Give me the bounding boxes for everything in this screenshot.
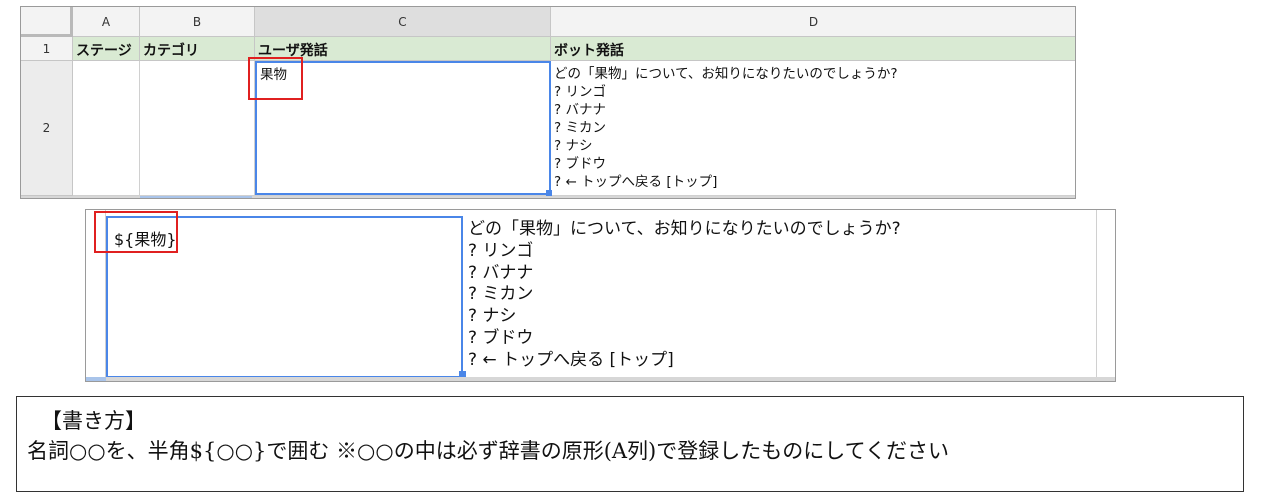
column-header-d[interactable]: D	[551, 7, 1075, 37]
cell-a1[interactable]: ステージ	[73, 37, 140, 61]
highlight-box	[94, 211, 178, 253]
instruction-note: 【書き方】 名詞○○を、半角${○○}で囲む ※○○の中は必ず辞書の原形(A列)…	[16, 396, 1244, 492]
highlight-box	[248, 57, 303, 100]
bottom-scroll-strip	[86, 377, 1115, 381]
bot-line: ? ナシ	[554, 138, 593, 154]
bottom-scroll-strip	[21, 196, 1075, 198]
row-header-1[interactable]: 1	[21, 37, 73, 61]
scroll-highlight	[86, 377, 106, 381]
bot-line: どの「果物」について、お知りになりたいのでしょうか?	[468, 219, 901, 239]
bot-line: ? ナシ	[468, 306, 517, 327]
bot-line: ? リンゴ	[468, 240, 534, 261]
column-header-c[interactable]: C	[255, 7, 551, 37]
cell-a2[interactable]	[73, 61, 140, 196]
row-header-2[interactable]: 2	[21, 61, 73, 196]
cell-d2-bot[interactable]: どの「果物」について、お知りになりたいのでしょうか? ? リンゴ ? バナナ ?…	[464, 216, 1096, 378]
cell-b2[interactable]	[140, 61, 255, 196]
bot-line: ? バナナ	[554, 102, 606, 118]
bot-line: ? ブドウ	[468, 327, 534, 348]
spreadsheet-before: A B C D 1 2 ステージ カテゴリ ユーザ発話 ボット発話 果物 どの「…	[20, 6, 1076, 199]
bot-line: ? ← トップへ戻る [トップ]	[468, 349, 674, 370]
bot-line: ? ブドウ	[554, 156, 606, 172]
bot-line: ? バナナ	[468, 262, 534, 283]
scroll-highlight	[140, 196, 252, 198]
right-column-edge	[1096, 210, 1115, 381]
bot-line: どの「果物」について、お知りになりたいのでしょうか?	[554, 66, 898, 82]
column-header-b[interactable]: B	[140, 7, 255, 37]
bot-line: ? ミカン	[468, 284, 534, 305]
cell-d1[interactable]: ボット発話	[551, 37, 1075, 61]
note-body: 名詞○○を、半角${○○}で囲む ※○○の中は必ず辞書の原形(A列)で登録したも…	[27, 439, 949, 463]
column-header-a[interactable]: A	[73, 7, 140, 37]
select-all-corner[interactable]	[21, 7, 73, 37]
cell-d2[interactable]: どの「果物」について、お知りになりたいのでしょうか? ? リンゴ ? バナナ ?…	[551, 61, 1075, 196]
bot-line: ? リンゴ	[554, 84, 606, 100]
cell-b1[interactable]: カテゴリ	[140, 37, 255, 61]
bot-line: ? ← トップへ戻る [トップ]	[554, 174, 718, 190]
spreadsheet-after: ${果物} どの「果物」について、お知りになりたいのでしょうか? ? リンゴ ?…	[85, 209, 1116, 382]
note-title: 【書き方】	[41, 409, 146, 433]
bot-line: ? ミカン	[554, 120, 606, 136]
